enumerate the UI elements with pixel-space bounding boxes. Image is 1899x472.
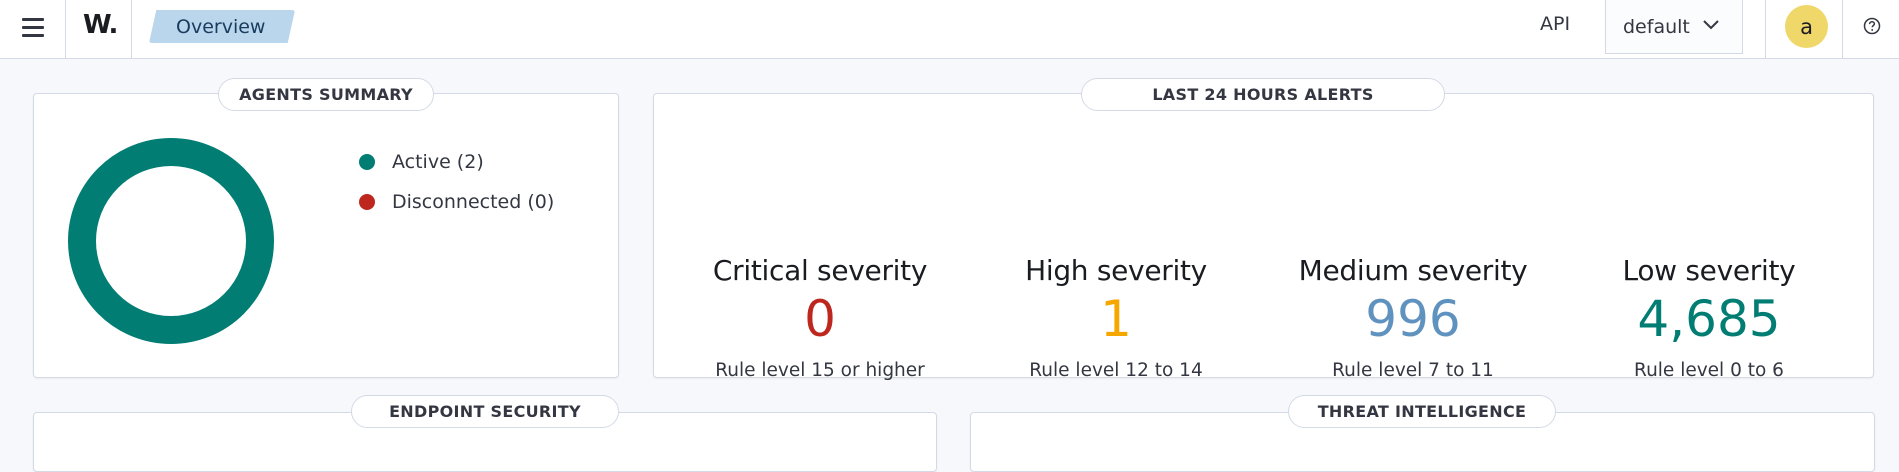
app-logo[interactable]: W. (83, 10, 118, 40)
breadcrumb-overview[interactable]: Overview (149, 10, 295, 43)
legend-label-disconnected: Disconnected (0) (392, 191, 555, 213)
stat-value: 996 (1365, 290, 1461, 348)
legend-dot-active (359, 154, 375, 170)
agents-donut-chart (68, 138, 274, 344)
legend-item-active[interactable]: Active (2) (359, 151, 484, 173)
header-divider (1765, 0, 1766, 59)
alerts-title: LAST 24 HOURS ALERTS (1081, 78, 1445, 111)
low-severity-stat[interactable]: Low severity 4,685 Rule level 0 to 6 (1569, 254, 1849, 381)
stat-value: 1 (1100, 290, 1132, 348)
hamburger-menu-icon[interactable] (19, 14, 47, 42)
threat-intelligence-title: THREAT INTELLIGENCE (1288, 395, 1556, 428)
header-divider (131, 0, 132, 59)
donut-active-ring (68, 138, 274, 344)
stat-description: Rule level 0 to 6 (1634, 359, 1784, 381)
alerts-panel: Critical severity 0 Rule level 15 or hig… (653, 93, 1874, 381)
stat-description: Rule level 12 to 14 (1029, 359, 1203, 381)
user-avatar[interactable]: a (1785, 5, 1828, 48)
high-severity-stat[interactable]: High severity 1 Rule level 12 to 14 (976, 254, 1256, 381)
api-select-value: default (1623, 15, 1690, 38)
question-circle-icon[interactable] (1863, 17, 1881, 35)
legend-label-active: Active (2) (392, 151, 484, 173)
legend-dot-disconnected (359, 194, 375, 210)
critical-severity-stat[interactable]: Critical severity 0 Rule level 15 or hig… (680, 254, 960, 381)
api-select[interactable]: default (1605, 0, 1743, 54)
stat-title: Medium severity (1298, 254, 1528, 287)
stat-description: Rule level 15 or higher (715, 359, 925, 381)
stat-description: Rule level 7 to 11 (1332, 359, 1494, 381)
top-header-bar: W. Overview API default a (0, 0, 1899, 59)
api-label: API (1540, 13, 1571, 35)
endpoint-security-title: ENDPOINT SECURITY (351, 395, 619, 428)
legend-item-disconnected[interactable]: Disconnected (0) (359, 191, 554, 213)
agents-summary-panel: Active (2) Disconnected (0) (33, 93, 619, 378)
chevron-down-icon (1703, 20, 1719, 30)
stat-value: 0 (804, 290, 836, 348)
stat-title: Critical severity (712, 254, 928, 287)
header-divider (65, 0, 66, 59)
medium-severity-stat[interactable]: Medium severity 996 Rule level 7 to 11 (1273, 254, 1553, 381)
stat-value: 4,685 (1637, 290, 1781, 348)
stat-title: Low severity (1622, 254, 1796, 287)
header-divider (1842, 0, 1843, 59)
stat-title: High severity (1025, 254, 1207, 287)
agents-summary-title: AGENTS SUMMARY (218, 78, 434, 111)
